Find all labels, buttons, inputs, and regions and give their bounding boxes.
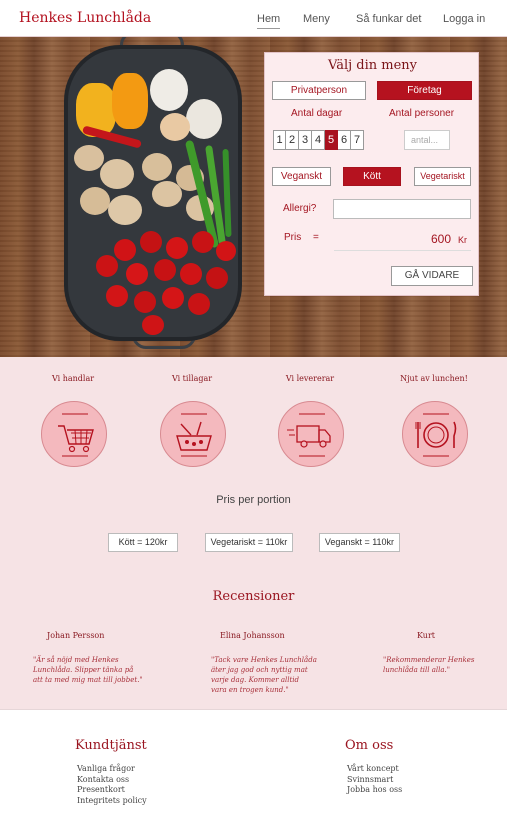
vegetable-pot-image	[64, 45, 242, 341]
step-label-deliver: Vi levererar	[285, 374, 335, 383]
day-option-6[interactable]: 6	[338, 130, 351, 150]
footer-link-faq[interactable]: Vanliga frågor	[77, 764, 135, 773]
nav-home[interactable]: Hem	[257, 13, 281, 29]
nav-how-it-works[interactable]: Så funkar det	[356, 13, 421, 25]
diet-vegan-button[interactable]: Veganskt	[272, 167, 331, 186]
step-label-cook: Vi tillagar	[171, 374, 213, 383]
footer-link-jobs[interactable]: Jobba hos oss	[347, 785, 402, 794]
diet-vegetarian-button[interactable]: Vegetariskt	[414, 167, 471, 186]
days-label: Antal dagar	[291, 108, 343, 119]
price-vegetarian: Vegetariskt = 110kr	[205, 533, 293, 552]
footer-link-giftcard[interactable]: Presentkort	[77, 785, 125, 794]
price-value: 600	[430, 232, 451, 246]
price-meat: Kött = 120kr	[108, 533, 178, 552]
day-option-7[interactable]: 7	[351, 130, 364, 150]
price-vegan: Veganskt = 110kr	[319, 533, 400, 552]
continue-button[interactable]: GÅ VIDARE	[391, 266, 473, 286]
how-it-works-section: Vi handlar Vi tillagar Vi levererar Njut…	[0, 357, 507, 709]
footer-link-concept[interactable]: Vårt koncept	[347, 764, 399, 773]
day-option-1[interactable]: 1	[273, 130, 286, 150]
footer-link-contact[interactable]: Kontakta oss	[77, 775, 129, 784]
price-equals: =	[313, 232, 319, 243]
footer-about-title: Om oss	[345, 738, 394, 753]
price-display: 600 Kr	[334, 228, 471, 251]
reviews-title: Recensioner	[212, 589, 295, 604]
days-selector: 1 2 3 4 5 6 7	[273, 130, 364, 150]
footer-support-title: Kundtjänst	[75, 738, 147, 753]
panel-title: Välj din meny	[328, 58, 417, 73]
site-header: Henkes Lunchlåda Hem Meny Så funkar det …	[0, 0, 507, 37]
step-label-enjoy: Njut av lunchen!	[400, 374, 468, 383]
allergy-label: Allergi?	[283, 203, 317, 214]
review-name: Johan Persson	[47, 631, 105, 640]
review-name: Kurt	[417, 631, 435, 640]
review-text: "Tack vare Henkes Lunchlåda äter jag god…	[211, 656, 317, 694]
day-option-4[interactable]: 4	[312, 130, 325, 150]
step-label-shop: Vi handlar	[51, 374, 95, 383]
allergy-input[interactable]	[333, 199, 471, 219]
menu-selector-panel: Välj din meny Privatperson Företag Antal…	[264, 52, 479, 296]
footer-link-waste[interactable]: Svinnsmart	[347, 775, 393, 784]
day-option-5[interactable]: 5	[325, 130, 338, 150]
pricing-title: Pris per portion	[216, 494, 291, 506]
persons-input[interactable]: antal...	[404, 130, 450, 150]
price-label: Pris	[284, 232, 302, 243]
review-text: "Rekommenderar Henkes lunchlåda till all…	[383, 656, 475, 674]
diet-meat-button[interactable]: Kött	[343, 167, 401, 186]
day-option-3[interactable]: 3	[299, 130, 312, 150]
shopping-cart-icon	[41, 401, 107, 467]
plate-cutlery-icon	[402, 401, 468, 467]
day-option-2[interactable]: 2	[286, 130, 299, 150]
delivery-truck-icon	[278, 401, 344, 467]
review-name: Elina Johansson	[220, 631, 285, 640]
review-text: "Är så nöjd med Henkes Lunchlåda. Slippe…	[33, 656, 143, 684]
price-unit: Kr	[458, 235, 467, 245]
customer-private-button[interactable]: Privatperson	[272, 81, 366, 100]
hero-section: Välj din meny Privatperson Företag Antal…	[0, 37, 507, 357]
nav-menu[interactable]: Meny	[303, 13, 330, 25]
site-footer: Kundtjänst Vanliga frågor Kontakta oss P…	[0, 709, 507, 833]
nav-login[interactable]: Logga in	[443, 13, 485, 25]
persons-label: Antal personer	[389, 108, 455, 119]
customer-company-button[interactable]: Företag	[377, 81, 472, 100]
footer-link-privacy[interactable]: Integritets policy	[77, 796, 147, 805]
site-logo[interactable]: Henkes Lunchlåda	[19, 10, 151, 26]
cooking-pot-icon	[160, 401, 226, 467]
